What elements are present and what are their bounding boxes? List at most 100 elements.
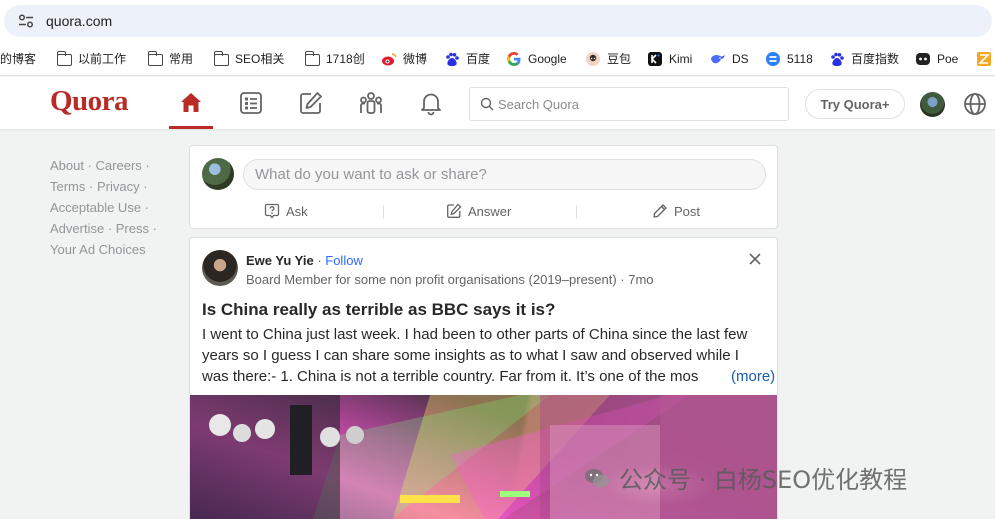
url-text[interactable]: quora.com: [46, 12, 112, 30]
bookmark-folder-seo[interactable]: SEO相关: [213, 50, 285, 68]
bookmark-5118[interactable]: 5118: [765, 50, 813, 68]
ask-box-card: What do you want to ask or share? Ask An…: [189, 145, 778, 229]
bookmark-label: 的博客: [0, 52, 37, 66]
answer-line: I went to China just last week. I had be…: [202, 326, 748, 343]
bookmark-label: 常用: [169, 52, 194, 66]
answer-pencil-icon[interactable]: [298, 90, 324, 116]
folder-icon: [56, 51, 72, 66]
url-bar[interactable]: quora.com: [4, 5, 992, 37]
bookmark-overflow[interactable]: [976, 50, 995, 68]
baidu-icon: [831, 52, 844, 67]
answer-pencil-icon: [447, 203, 462, 218]
baidu-icon: [446, 52, 459, 67]
follow-button[interactable]: Follow: [325, 253, 363, 268]
link-ad-choices[interactable]: Your Ad Choices: [50, 242, 146, 257]
quora-header: Quora Try Quora+: [0, 77, 995, 129]
weibo-icon: [382, 53, 397, 66]
divider: [383, 205, 384, 219]
folder-icon: [213, 51, 229, 66]
bookmark-folder-previous-work[interactable]: 以前工作: [56, 50, 127, 68]
site-settings-icon[interactable]: [18, 14, 34, 28]
search-icon: [480, 97, 494, 111]
bookmark-weibo[interactable]: 微博: [381, 50, 427, 68]
link-careers[interactable]: Careers: [96, 158, 142, 173]
bookmark-label: 百度: [466, 52, 491, 66]
bookmark-label: 微博: [403, 52, 428, 66]
bookmark-folder-common[interactable]: 常用: [147, 50, 194, 68]
link-about[interactable]: About: [50, 158, 84, 173]
search-input[interactable]: [498, 94, 778, 114]
home-icon[interactable]: [178, 90, 204, 116]
link-privacy[interactable]: Privacy: [97, 179, 140, 194]
bookmark-label: Google: [528, 52, 567, 66]
author-name[interactable]: Ewe Yu Yie: [246, 253, 314, 268]
question-title[interactable]: Is China really as terrible as BBC says …: [202, 299, 555, 321]
bookmark-label: 1718创: [326, 52, 365, 66]
search-box[interactable]: [469, 87, 789, 121]
ask-actions-row: Ask Answer Post: [190, 198, 779, 226]
bookmark-label: DS: [732, 52, 749, 66]
post-pen-icon: [653, 204, 667, 218]
bookmark-label: SEO相关: [235, 52, 285, 66]
author-credential: Board Member for some non profit organis…: [246, 272, 654, 287]
post-image[interactable]: [190, 395, 777, 519]
language-globe-icon[interactable]: [962, 91, 988, 117]
quora-logo[interactable]: Quora: [50, 85, 129, 118]
sidebar-footer-links: About · Careers · Terms · Privacy · Acce…: [50, 158, 157, 257]
answer-button[interactable]: Answer: [446, 202, 511, 220]
doubao-icon: [586, 52, 600, 66]
ask-input[interactable]: What do you want to ask or share?: [243, 159, 766, 190]
home-tab-indicator: [169, 126, 213, 129]
answer-line: years so I guess I can share some insigh…: [202, 347, 739, 364]
post-button[interactable]: Post: [652, 202, 700, 220]
stage-lights-illustration: [190, 395, 777, 519]
bookmark-label: Poe: [937, 52, 959, 66]
link-acceptable-use[interactable]: Acceptable Use: [50, 200, 141, 215]
bookmark-deepseek[interactable]: DS: [710, 50, 749, 68]
bookmarks-bar: 的博客 以前工作 常用 SEO相关 1718创 微博 百度 Google 豆包 …: [0, 42, 995, 76]
browser-address-bar: quora.com: [0, 0, 995, 42]
folder-icon: [304, 51, 320, 66]
google-icon: [507, 52, 521, 66]
bookmark-label: 5118: [787, 52, 813, 66]
link-advertise[interactable]: Advertise: [50, 221, 104, 236]
answer-preview[interactable]: I went to China just last week. I had be…: [202, 324, 772, 387]
5118-icon: [766, 52, 780, 66]
following-feed-icon[interactable]: [238, 90, 264, 116]
more-link[interactable]: (more): [719, 366, 776, 387]
bookmark-blog[interactable]: 的博客: [0, 50, 36, 68]
wechat-icon: [585, 469, 609, 488]
bookmark-label: 以前工作: [78, 52, 127, 66]
ask-label: Ask: [286, 203, 308, 219]
bookmark-poe[interactable]: Poe: [915, 50, 958, 68]
spaces-icon[interactable]: [358, 90, 384, 116]
ask-button[interactable]: Ask: [264, 202, 308, 220]
bookmark-google[interactable]: Google: [506, 50, 567, 68]
bookmark-doubao[interactable]: 豆包: [585, 50, 631, 68]
user-avatar[interactable]: [202, 158, 234, 190]
author-avatar[interactable]: [202, 250, 238, 286]
bookmark-baidu[interactable]: 百度: [444, 50, 490, 68]
link-press[interactable]: Press: [116, 221, 149, 236]
folder-icon: [147, 51, 163, 66]
zhihu-like-icon: [977, 52, 991, 66]
bookmark-kimi[interactable]: Kimi: [647, 50, 692, 68]
deepseek-icon: [711, 54, 725, 64]
close-icon[interactable]: [748, 252, 762, 266]
poe-icon: [916, 53, 930, 65]
bookmark-label: Kimi: [669, 52, 693, 66]
notifications-bell-icon[interactable]: [418, 90, 444, 116]
answer-label: Answer: [468, 203, 512, 219]
divider: [576, 205, 577, 219]
link-terms[interactable]: Terms: [50, 179, 85, 194]
post-label: Post: [674, 203, 701, 219]
bookmark-label: 豆包: [607, 52, 632, 66]
answer-line: was there:- 1. China is not a terrible c…: [202, 368, 699, 385]
user-avatar[interactable]: [920, 92, 945, 117]
try-quora-plus-button[interactable]: Try Quora+: [805, 89, 905, 119]
question-icon: [264, 203, 280, 219]
bookmark-folder-1718[interactable]: 1718创: [304, 50, 365, 68]
author-line: Ewe Yu Yie · Follow: [246, 253, 363, 268]
bookmark-label: 百度指数: [851, 52, 900, 66]
bookmark-baidu-index[interactable]: 百度指数: [829, 50, 899, 68]
